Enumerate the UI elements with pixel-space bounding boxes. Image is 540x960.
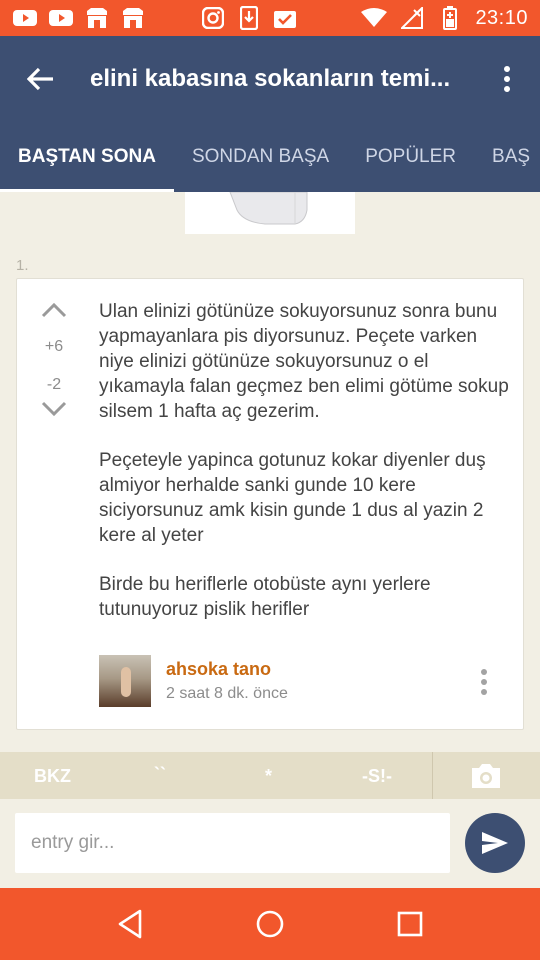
app-bar: elini kabasına sokanların temi... BAŞTAN… [0, 36, 540, 192]
notification-icons [12, 6, 298, 30]
signal-icon [399, 7, 425, 29]
entry-time: 2 saat 8 dk. önce [166, 685, 288, 702]
avatar[interactable] [99, 655, 151, 707]
tab-populer[interactable]: POPÜLER [365, 122, 456, 192]
wifi-icon [361, 7, 388, 29]
instagram-icon [200, 7, 226, 29]
author-name[interactable]: ahsoka tano [166, 659, 288, 680]
spoiler-button[interactable]: -S!- [362, 766, 392, 787]
topic-image[interactable] [185, 192, 355, 234]
status-time: 23:10 [475, 6, 528, 29]
topic-title: elini kabasına sokanların temi... [90, 65, 451, 92]
author-block[interactable]: ahsoka tano 2 saat 8 dk. önce [99, 655, 288, 707]
tab-bas[interactable]: BAŞ [492, 122, 530, 192]
entry-card: +6 -2 Ulan elinizi götünüze sokuyorsunuz… [16, 278, 524, 730]
entry-menu-icon[interactable] [481, 669, 487, 695]
send-icon [482, 832, 508, 854]
entry-number: 1. [16, 257, 29, 274]
tab-sondan-basa[interactable]: SONDAN BAŞA [192, 122, 329, 192]
vote-panel: +6 -2 [37, 301, 71, 423]
store-icon [84, 7, 110, 29]
entry-body: Ulan elinizi götünüze sokuyorsunuz sonra… [99, 299, 509, 646]
upvote-count: +6 [44, 338, 64, 355]
entry-paragraph: Birde bu heriflerle otobüste aynı yerler… [99, 574, 431, 620]
battery-icon [437, 6, 463, 30]
entry-list[interactable]: 1. +6 -2 Ulan elinizi götünüze sokuyorsu… [0, 192, 540, 752]
downvote-icon[interactable] [40, 400, 68, 423]
youtube-icon [48, 7, 74, 29]
nav-home-icon[interactable] [240, 894, 300, 954]
nav-back-icon[interactable] [100, 894, 160, 954]
entry-paragraph: Ulan elinizi götünüze sokuyorsunuz sonra… [99, 301, 509, 422]
compose-area [0, 799, 540, 888]
status-bar: 23:10 [0, 0, 540, 36]
camera-icon[interactable] [469, 762, 503, 790]
bkz-button[interactable]: BKZ [34, 766, 71, 787]
tab-bastan-sona[interactable]: BAŞTAN SONA [0, 122, 174, 192]
send-button[interactable] [465, 813, 525, 873]
backtick-button[interactable]: `` [154, 764, 166, 785]
format-toolbar: BKZ `` * -S!- [0, 752, 540, 799]
system-nav-bar [0, 888, 540, 960]
overflow-menu-icon[interactable] [492, 59, 522, 99]
store-icon [120, 7, 146, 29]
toolbar-divider [432, 752, 433, 799]
entry-paragraph: Peçeteyle yapinca gotunuz kokar diyenler… [99, 450, 486, 546]
check-clipboard-icon [272, 7, 298, 29]
youtube-icon [12, 7, 38, 29]
nav-recents-icon[interactable] [380, 894, 440, 954]
downvote-count: -2 [46, 376, 62, 393]
download-icon [236, 6, 262, 30]
sort-tabs: BAŞTAN SONA SONDAN BAŞA POPÜLER BAŞ [0, 122, 540, 192]
entry-input[interactable] [15, 813, 450, 873]
back-arrow-icon[interactable] [18, 56, 64, 102]
upvote-icon[interactable] [40, 301, 68, 324]
star-button[interactable]: * [265, 766, 272, 787]
